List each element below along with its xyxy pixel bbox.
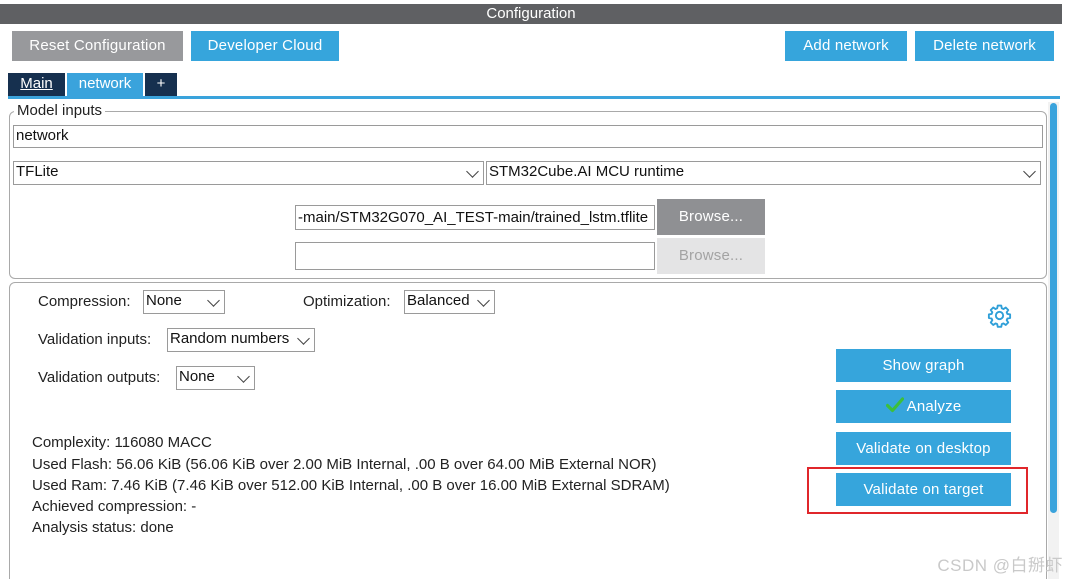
tab-add[interactable]: + xyxy=(145,73,177,96)
chevron-down-icon xyxy=(466,165,479,178)
validation-inputs-label: Validation inputs: xyxy=(38,331,152,348)
compression-label: Compression: xyxy=(38,293,131,310)
compression-select-value: None xyxy=(146,292,182,309)
delete-network-button[interactable]: Delete network xyxy=(915,31,1054,61)
achieved-compression-text: Achieved compression: - xyxy=(32,498,197,515)
chevron-down-icon xyxy=(207,294,220,307)
network-name-input[interactable]: network xyxy=(13,125,1043,148)
validation-outputs-select[interactable]: None xyxy=(176,366,255,390)
window-title: Configuration xyxy=(0,4,1062,24)
framework-select[interactable]: TFLite xyxy=(13,161,484,185)
validation-inputs-select[interactable]: Random numbers xyxy=(167,328,315,352)
compression-select[interactable]: None xyxy=(143,290,225,314)
tab-main[interactable]: Main xyxy=(8,73,65,96)
analyze-button-label: Analyze xyxy=(906,398,962,415)
chevron-down-icon xyxy=(237,370,250,383)
used-flash-text: Used Flash: 56.06 KiB (56.06 KiB over 2.… xyxy=(32,456,657,473)
analysis-status-text: Analysis status: done xyxy=(32,519,174,536)
used-ram-text: Used Ram: 7.46 KiB (7.46 KiB over 512.00… xyxy=(32,477,670,494)
optimization-select[interactable]: Balanced xyxy=(404,290,495,314)
validation-outputs-label: Validation outputs: xyxy=(38,369,161,386)
complexity-text: Complexity: 116080 MACC xyxy=(32,434,212,451)
runtime-select[interactable]: STM32Cube.AI MCU runtime xyxy=(486,161,1041,185)
browse-model-button[interactable]: Browse... xyxy=(657,199,765,235)
chevron-down-icon xyxy=(477,294,490,307)
gear-icon[interactable] xyxy=(987,303,1012,328)
second-path-input[interactable] xyxy=(295,242,655,270)
show-graph-button[interactable]: Show graph xyxy=(836,349,1011,382)
add-network-button[interactable]: Add network xyxy=(785,31,907,61)
reset-configuration-button[interactable]: Reset Configuration xyxy=(12,31,183,61)
framework-select-value: TFLite xyxy=(16,163,59,180)
analyze-button[interactable]: Analyze xyxy=(836,390,1011,423)
check-icon xyxy=(885,397,904,413)
runtime-select-value: STM32Cube.AI MCU runtime xyxy=(489,163,685,180)
validation-outputs-select-value: None xyxy=(179,368,215,385)
validate-desktop-button[interactable]: Validate on desktop xyxy=(836,432,1011,465)
model-inputs-legend: Model inputs xyxy=(14,102,106,119)
tab-network[interactable]: network xyxy=(67,73,143,96)
watermark-text: CSDN @白掰虾 xyxy=(937,556,1063,575)
tab-underline xyxy=(8,96,1060,99)
chevron-down-icon xyxy=(1023,165,1036,178)
developer-cloud-button[interactable]: Developer Cloud xyxy=(191,31,339,61)
optimization-label: Optimization: xyxy=(303,293,391,310)
validate-target-highlight xyxy=(807,467,1028,514)
chevron-down-icon xyxy=(297,332,310,345)
model-path-input[interactable]: -main/STM32G070_AI_TEST-main/trained_lst… xyxy=(295,205,655,230)
browse-secondary-button[interactable]: Browse... xyxy=(657,238,765,274)
validation-inputs-select-value: Random numbers xyxy=(170,330,290,347)
scrollbar-thumb[interactable] xyxy=(1050,103,1057,513)
optimization-select-value: Balanced xyxy=(407,292,470,309)
